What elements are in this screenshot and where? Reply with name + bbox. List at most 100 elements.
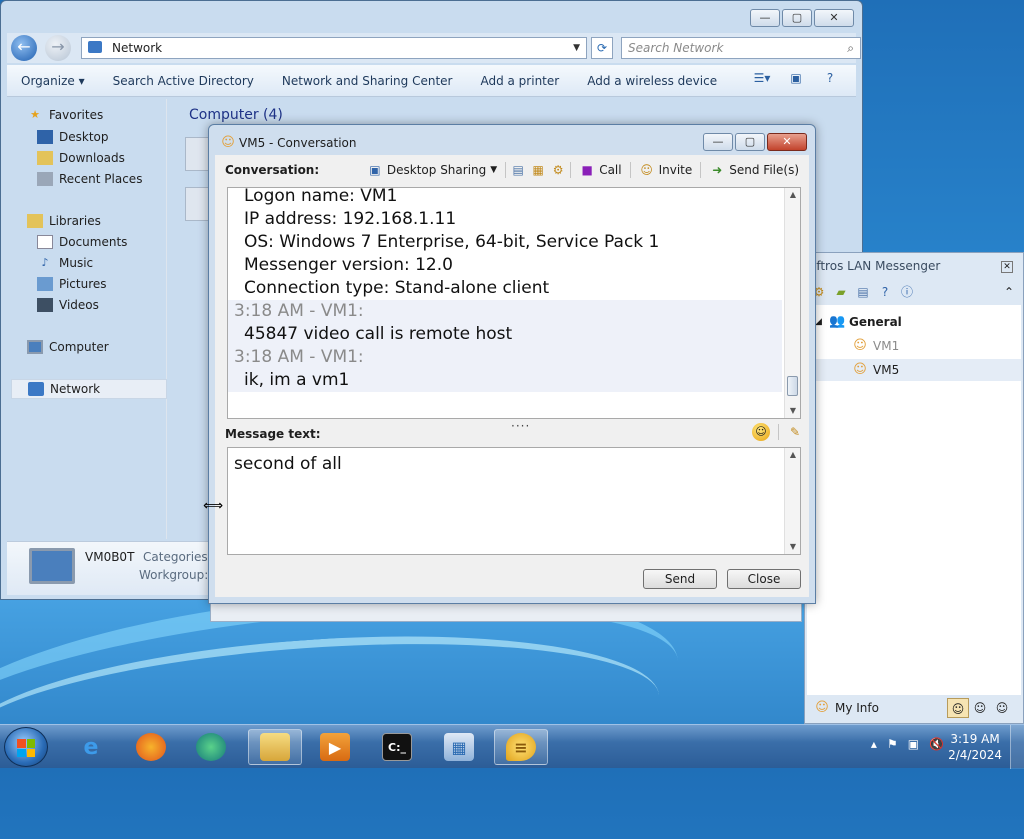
scroll-up-icon[interactable]: ▲ <box>785 448 801 462</box>
group-general[interactable]: ◢ 👥 General <box>807 311 1021 333</box>
taskbar-remote-desktop[interactable]: ▦ <box>432 729 486 765</box>
nav-desktop[interactable]: Desktop <box>37 127 109 147</box>
contact-vm1[interactable]: ☺ VM1 <box>807 335 1021 357</box>
send-button[interactable]: Send <box>643 569 717 589</box>
invite-label: Invite <box>658 163 693 177</box>
contact-vm5[interactable]: ☺ VM5 <box>807 359 1021 381</box>
taskbar-edge[interactable] <box>184 729 238 765</box>
libraries-icon <box>27 214 43 228</box>
add-wireless-device-button[interactable]: Add a wireless device <box>573 74 731 88</box>
taskbar-lan-messenger[interactable]: ≡ <box>494 729 548 765</box>
collapse-icon[interactable]: ◢ <box>815 317 829 327</box>
media-player-icon: ▶ <box>320 733 350 761</box>
taskbar-firefox[interactable] <box>124 729 178 765</box>
invite-icon: ☺ <box>640 163 653 177</box>
view-options-icon[interactable]: ☰▾ <box>752 71 772 89</box>
nav-videos[interactable]: Videos <box>37 295 99 315</box>
close-conversation-button[interactable]: Close <box>727 569 801 589</box>
organize-button[interactable]: Organize ▾ <box>7 74 99 88</box>
close-button[interactable]: ✕ <box>767 133 807 151</box>
transfers-icon[interactable]: ▦ <box>530 162 546 178</box>
nav-music[interactable]: ♪ Music <box>37 253 93 273</box>
taskbar-internet-explorer[interactable]: e <box>64 729 118 765</box>
chevron-down-icon[interactable]: ▼ <box>573 38 580 58</box>
volume-muted-icon[interactable]: 🔇 <box>929 737 944 751</box>
scroll-down-icon[interactable]: ▼ <box>785 404 800 418</box>
invite-button[interactable]: ☺ Invite <box>635 162 697 178</box>
clock[interactable]: 3:19 AM 2/4/2024 <box>948 731 1002 763</box>
network-sharing-center-button[interactable]: Network and Sharing Center <box>268 74 467 88</box>
info-icon[interactable]: ⓘ <box>899 284 915 300</box>
help-icon[interactable]: ? <box>877 284 893 300</box>
help-icon[interactable]: ? <box>820 71 840 89</box>
show-desktop-button[interactable] <box>1010 725 1024 769</box>
nav-recent-places[interactable]: Recent Places <box>37 169 142 189</box>
messenger-close-button[interactable]: ✕ <box>1001 261 1013 273</box>
taskbar-media-player[interactable]: ▶ <box>308 729 362 765</box>
gear-icon[interactable]: ⚙ <box>550 162 566 178</box>
message-input-value[interactable]: second of all <box>234 454 342 474</box>
splitter-grip[interactable]: ···· <box>511 419 530 433</box>
action-center-flag-icon[interactable]: ⚑ <box>887 737 898 751</box>
search-input[interactable]: Search Network ⌕ <box>621 37 861 59</box>
status-offline-button[interactable]: ☺ <box>991 698 1013 718</box>
history-icon[interactable]: ▤ <box>855 284 871 300</box>
network-tray-icon[interactable]: ▣ <box>908 737 919 751</box>
chat-line: Logon name: VM1 <box>244 187 398 206</box>
message-tools: ☺ ✎ <box>752 423 803 441</box>
group-title[interactable]: Computer (4) <box>189 107 283 123</box>
history-icon[interactable]: ▤ <box>510 162 526 178</box>
desktop-sharing-button[interactable]: ▣ Desktop Sharing ▼ <box>363 162 501 178</box>
address-bar[interactable]: Network ▼ <box>81 37 587 59</box>
forward-button[interactable]: → <box>45 35 71 61</box>
chat-scrollbar[interactable]: ▲ ▼ <box>784 188 800 418</box>
preview-pane-icon[interactable]: ▣ <box>786 71 806 89</box>
desktop-sharing-icon: ▣ <box>369 163 381 177</box>
conversation-titlebar: ☺ VM5 - Conversation <box>221 135 356 151</box>
add-printer-button[interactable]: Add a printer <box>466 74 573 88</box>
chevron-up-icon[interactable]: ⌃ <box>1001 284 1017 300</box>
maximize-button[interactable]: ▢ <box>782 9 812 27</box>
conversation-label: Conversation: <box>225 163 320 177</box>
desktop-sharing-label: Desktop Sharing <box>386 163 487 177</box>
minimize-button[interactable]: — <box>750 9 780 27</box>
status-online-button[interactable]: ☺ <box>947 698 969 718</box>
message-input[interactable]: second of all ▲ ▼ <box>227 447 801 555</box>
call-button[interactable]: ■ Call <box>575 162 625 178</box>
font-settings-icon[interactable]: ✎ <box>787 424 803 440</box>
input-scrollbar[interactable]: ▲ ▼ <box>784 448 800 554</box>
close-button[interactable]: ✕ <box>814 9 854 27</box>
start-button[interactable] <box>4 727 48 767</box>
refresh-button[interactable]: ⟳ <box>591 37 613 59</box>
nav-libraries[interactable]: Libraries <box>27 211 101 231</box>
send-files-label: Send File(s) <box>729 163 799 177</box>
back-button[interactable]: ← <box>11 35 37 61</box>
nav-downloads[interactable]: Downloads <box>37 148 125 168</box>
folder-icon[interactable]: ▰ <box>833 284 849 300</box>
scroll-down-icon[interactable]: ▼ <box>785 540 801 554</box>
scroll-thumb[interactable] <box>787 376 798 396</box>
minimize-button[interactable]: — <box>703 133 733 151</box>
send-files-button[interactable]: ➜ Send File(s) <box>705 162 803 178</box>
chat-history[interactable]: Logon name: VM1 IP address: 192.168.1.11… <box>227 187 801 419</box>
breadcrumb[interactable]: Network <box>112 41 162 55</box>
status-away-button[interactable]: ☺ <box>969 698 991 718</box>
address-row: ← → Network ▼ ⟳ Search Network ⌕ <box>7 33 861 63</box>
nav-computer-label: Computer <box>49 340 109 354</box>
nav-documents[interactable]: Documents <box>37 232 127 252</box>
nav-favorites[interactable]: ★ Favorites <box>27 105 103 125</box>
emoticon-icon[interactable]: ☺ <box>752 423 770 441</box>
maximize-button[interactable]: ▢ <box>735 133 765 151</box>
taskbar-explorer[interactable] <box>248 729 302 765</box>
scroll-up-icon[interactable]: ▲ <box>785 188 800 202</box>
nav-videos-label: Videos <box>59 298 99 312</box>
search-icon[interactable]: ⌕ <box>847 38 854 58</box>
nav-computer[interactable]: Computer <box>27 337 109 357</box>
taskbar-command-prompt[interactable]: C:_ <box>370 729 424 765</box>
show-hidden-icons-icon[interactable]: ▴ <box>871 737 877 751</box>
my-info-label[interactable]: My Info <box>835 701 879 715</box>
search-active-directory-button[interactable]: Search Active Directory <box>99 74 268 88</box>
nav-pictures[interactable]: Pictures <box>37 274 107 294</box>
nav-network[interactable]: Network <box>11 379 167 399</box>
toolbar-separator <box>570 162 572 178</box>
